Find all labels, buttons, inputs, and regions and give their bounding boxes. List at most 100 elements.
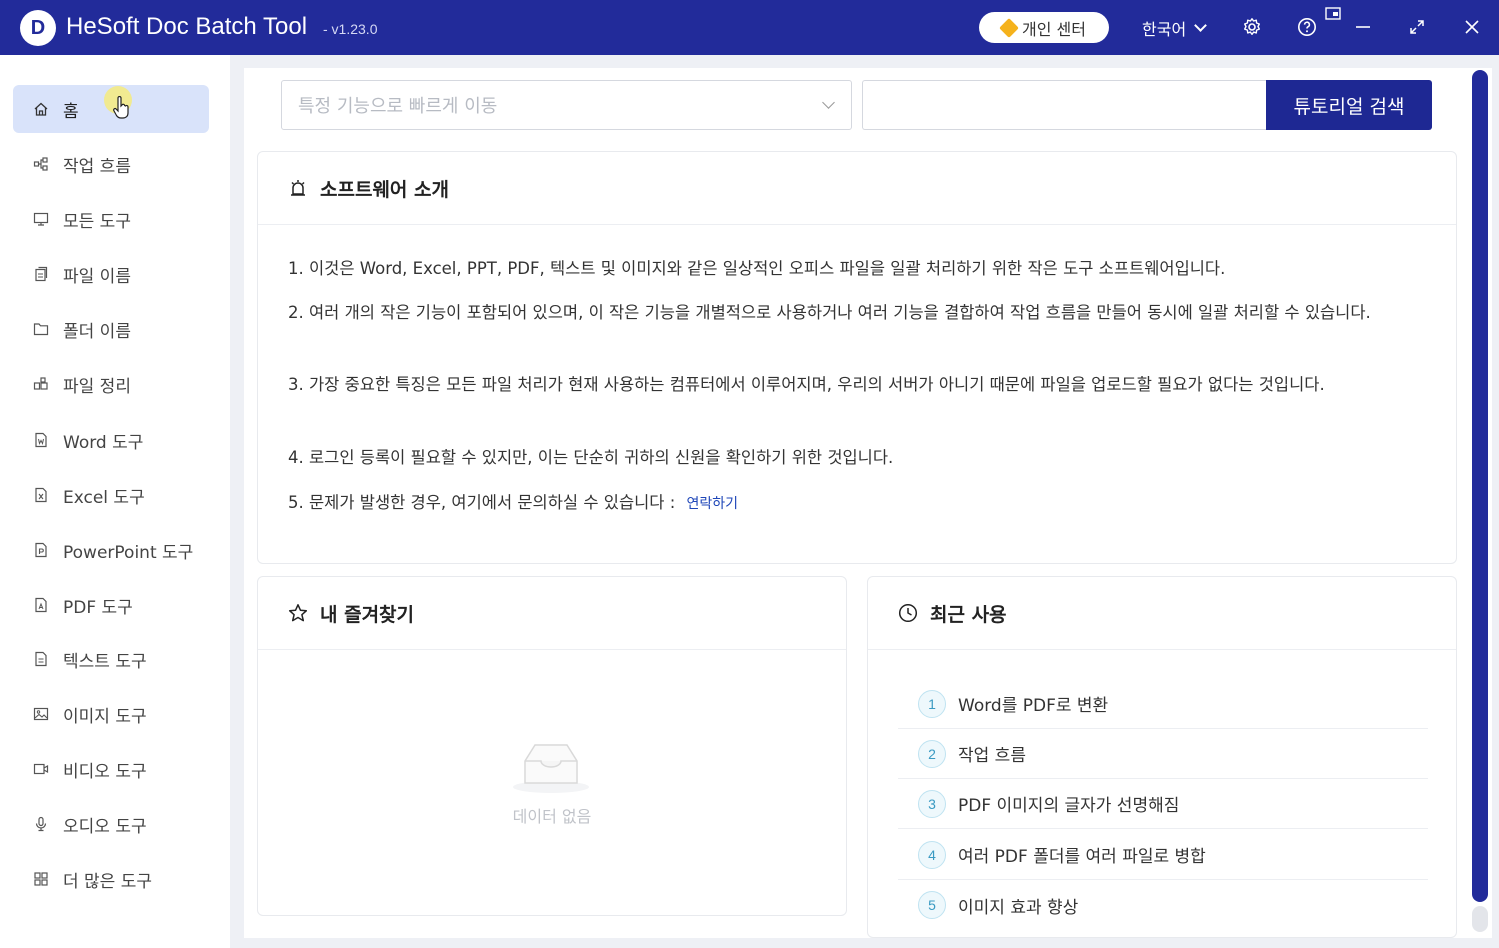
pdf-icon [33, 597, 49, 613]
recent-item-number: 2 [918, 739, 946, 768]
star-icon [288, 603, 308, 623]
empty-inbox-icon [511, 737, 591, 797]
app-version: - v1.23.0 [323, 21, 378, 37]
sidebar-item-label: 텍스트 도구 [63, 651, 147, 672]
sidebar-item-more-tools[interactable]: 더 많은 도구 [13, 855, 209, 903]
chevron-down-icon [1194, 19, 1208, 32]
tutorial-search-button[interactable]: 튜토리얼 검색 [1266, 80, 1432, 130]
recent-header: 최근 사용 [868, 577, 1456, 650]
grid-icon [33, 871, 49, 887]
clock-icon [898, 603, 918, 623]
settings-gear-icon[interactable] [1241, 16, 1263, 38]
intro-line-contact-text: 5. 문제가 발생한 경우, 여기에서 문의하실 수 있습니다 : [288, 493, 676, 512]
monitor-icon [33, 211, 49, 227]
sidebar-item-label: 모든 도구 [63, 211, 131, 232]
sidebar-item-file-organize[interactable]: 파일 정리 [13, 360, 209, 408]
sidebar-item-label: 홈 [63, 101, 79, 122]
quick-jump-select[interactable]: 특정 기능으로 빠르게 이동 [281, 80, 852, 130]
scrollbar-end [1472, 906, 1488, 932]
powerpoint-icon [33, 542, 49, 558]
intro-line-contact: 5. 문제가 발생한 경우, 여기에서 문의하실 수 있습니다 : 연락하기 [288, 489, 1422, 518]
hand-pointer-icon [112, 95, 132, 124]
intro-line: 1. 이것은 Word, Excel, PPT, PDF, 텍스트 및 이미지와… [288, 259, 1226, 278]
app-logo: D [20, 10, 56, 46]
language-selector[interactable]: 한국어 [1142, 16, 1208, 40]
intro-line: 4. 로그인 등록이 필요할 수 있지만, 이는 단순히 귀하의 신원을 확인하… [288, 448, 894, 467]
sidebar-item-label: PowerPoint 도구 [63, 542, 194, 563]
title-bar: D HeSoft Doc Batch Tool - v1.23.0 개인 센터 … [0, 0, 1499, 55]
microphone-icon [33, 816, 49, 832]
maximize-icon[interactable] [1406, 16, 1428, 38]
sidebar-item-label: 파일 이름 [63, 266, 131, 287]
language-label: 한국어 [1142, 20, 1187, 39]
video-icon [33, 761, 49, 777]
sidebar-item-label: Word 도구 [63, 432, 144, 453]
recent-item[interactable]: 2 작업 흐름 [898, 729, 1428, 779]
recent-item-number: 1 [918, 689, 946, 718]
recent-item[interactable]: 4 여러 PDF 폴더를 여러 파일로 병합 [898, 830, 1428, 880]
empty-text: 데이터 없음 [512, 807, 592, 826]
sidebar-item-workflow[interactable]: 작업 흐름 [13, 140, 209, 188]
sidebar-item-label: 더 많은 도구 [63, 871, 153, 892]
mini-window-icon[interactable] [1324, 5, 1342, 21]
sidebar-item-excel-tools[interactable]: Excel 도구 [13, 471, 209, 519]
recent-item[interactable]: 1 Word를 PDF로 변환 [898, 679, 1428, 729]
sidebar-item-folder-name[interactable]: 폴더 이름 [13, 305, 209, 353]
tutorial-search-input[interactable] [862, 80, 1267, 130]
sidebar-item-audio-tools[interactable]: 오디오 도구 [13, 800, 209, 848]
recent-item-label: PDF 이미지의 글자가 선명해짐 [958, 796, 1180, 816]
sidebar-item-label: PDF 도구 [63, 597, 133, 618]
help-icon[interactable] [1296, 16, 1318, 38]
recent-item-label: 작업 흐름 [958, 746, 1026, 766]
sidebar-item-label: 폴더 이름 [63, 321, 131, 342]
personal-center-button[interactable]: 개인 센터 [979, 12, 1109, 43]
recent-item-number: 3 [918, 789, 946, 818]
sidebar-item-video-tools[interactable]: 비디오 도구 [13, 745, 209, 793]
recent-card: 최근 사용 1 Word를 PDF로 변환 2 작업 흐름 3 PDF 이미지의… [867, 576, 1457, 938]
sidebar-item-label: 파일 정리 [63, 376, 131, 397]
personal-center-label: 개인 센터 [1022, 19, 1086, 39]
sidebar: 홈 작업 흐름 모든 도구 파일 이름 폴더 이름 파일 정리 Word 도구 … [0, 55, 230, 948]
software-intro-title: 소프트웨어 소개 [320, 178, 449, 201]
recent-item-label: 여러 PDF 폴더를 여러 파일로 병합 [958, 847, 1206, 867]
alarm-icon [288, 178, 308, 198]
sidebar-item-text-tools[interactable]: 텍스트 도구 [13, 635, 209, 683]
recent-title: 최근 사용 [930, 603, 1007, 626]
sidebar-item-file-name[interactable]: 파일 이름 [13, 250, 209, 298]
home-icon [33, 101, 49, 117]
recent-item[interactable]: 5 이미지 효과 향상 [898, 880, 1428, 930]
close-icon[interactable] [1461, 16, 1483, 38]
recent-item-number: 5 [918, 891, 946, 919]
sidebar-item-label: 이미지 도구 [63, 706, 147, 727]
minimize-icon[interactable] [1352, 16, 1374, 38]
intro-line: 2. 여러 개의 작은 기능이 포함되어 있으며, 이 작은 기능을 개별적으로… [288, 303, 1371, 322]
recent-item-number: 4 [918, 840, 946, 869]
scrollbar-thumb[interactable] [1472, 70, 1488, 902]
sidebar-item-image-tools[interactable]: 이미지 도구 [13, 690, 209, 738]
word-icon [33, 432, 49, 448]
image-icon [33, 706, 49, 722]
workflow-icon [33, 156, 49, 172]
recent-item-label: Word를 PDF로 변환 [958, 696, 1109, 716]
sidebar-item-pdf-tools[interactable]: PDF 도구 [13, 581, 209, 629]
favorites-card: 내 즐겨찾기 데이터 없음 [257, 576, 847, 916]
contact-link[interactable]: 연락하기 [687, 496, 739, 512]
text-icon [33, 651, 49, 667]
favorites-header: 내 즐겨찾기 [258, 577, 846, 650]
excel-icon [33, 487, 49, 503]
quick-jump-placeholder: 특정 기능으로 빠르게 이동 [298, 96, 498, 117]
favorites-title: 내 즐겨찾기 [320, 603, 415, 626]
sidebar-item-label: Excel 도구 [63, 487, 145, 508]
sidebar-item-label: 오디오 도구 [63, 816, 147, 837]
sidebar-item-word-tools[interactable]: Word 도구 [13, 416, 209, 464]
sidebar-item-label: 비디오 도구 [63, 761, 147, 782]
diamond-icon [999, 17, 1019, 38]
recent-item[interactable]: 3 PDF 이미지의 글자가 선명해짐 [898, 779, 1428, 829]
sidebar-item-powerpoint-tools[interactable]: PowerPoint 도구 [13, 526, 209, 574]
software-intro-card: 소프트웨어 소개 1. 이것은 Word, Excel, PPT, PDF, 텍… [257, 151, 1457, 564]
sidebar-item-all-tools[interactable]: 모든 도구 [13, 195, 209, 243]
app-title: HeSoft Doc Batch Tool [66, 13, 308, 40]
recent-item-label: 이미지 효과 향상 [958, 897, 1079, 918]
organize-icon [33, 376, 49, 392]
folder-icon [33, 321, 49, 337]
